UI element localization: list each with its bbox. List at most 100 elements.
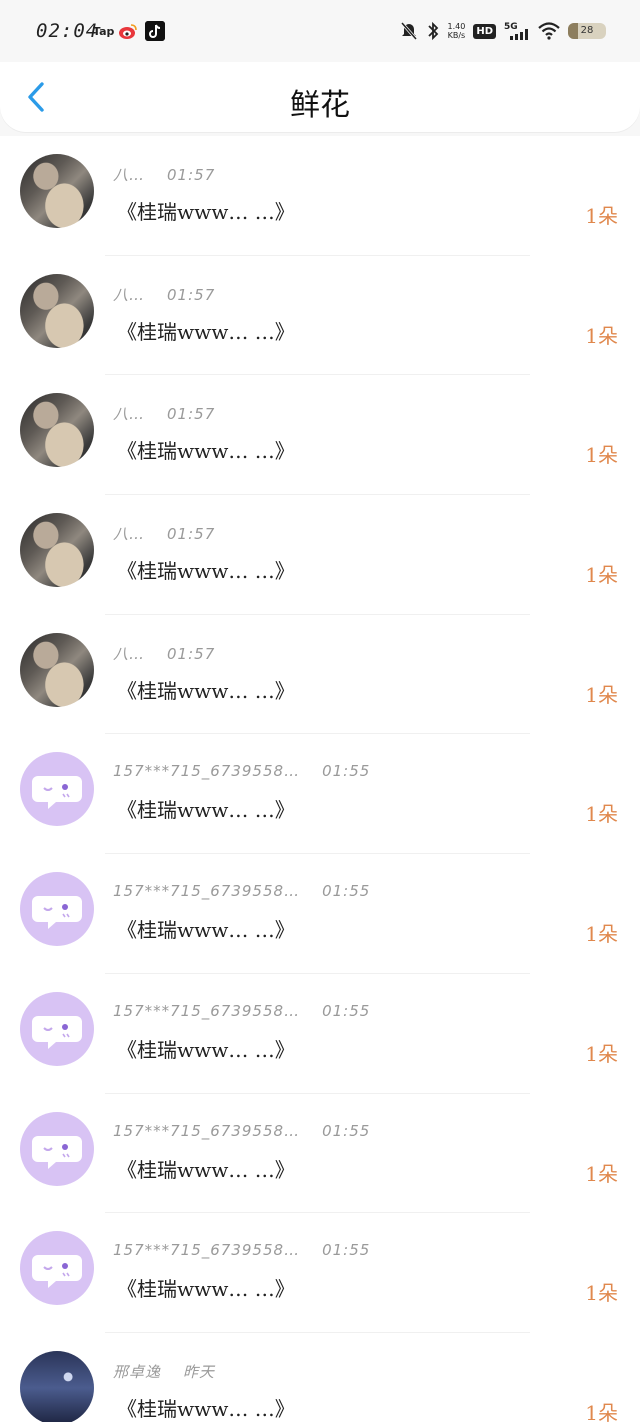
avatar[interactable] [20,1350,94,1422]
gift-book-title[interactable]: 《桂瑞www… …》 [117,435,295,464]
sender-meta: 157***715_6739558… 01:55 [113,1122,370,1140]
flower-count: 1朵 [585,443,618,468]
gift-book-title[interactable]: 《桂瑞www… …》 [117,1034,295,1063]
sender-meta: 邢卓逸 昨天 [113,1361,215,1382]
flower-count: 1朵 [585,1281,618,1306]
weibo-icon [119,24,137,39]
gift-book-title[interactable]: 《桂瑞www… …》 [117,316,295,345]
flower-count: 1朵 [585,204,618,228]
list-item[interactable]: 157***715_6739558… 01:55 《桂瑞www… …》 1朵 [0,854,640,974]
sender-meta: 157***715_6739558… 01:55 [113,1002,370,1020]
list-item[interactable]: 八… 01:57 《桂瑞www… …》 1朵 [0,495,640,615]
status-bar: 02:04 Tap 1.40 KB/s HD 5G 28 [0,0,640,62]
gift-book-title[interactable]: 《桂瑞www… …》 [117,794,295,823]
gift-book-title[interactable]: 《桂瑞www… …》 [117,555,295,584]
sender-meta: 八… 01:57 [113,164,215,185]
sender-name: 八… [113,644,146,663]
wifi-icon [538,22,560,40]
flower-count: 1朵 [585,1161,618,1186]
list-item[interactable]: 157***715_6739558… 01:55 《桂瑞www… …》 1朵 [0,974,640,1094]
mute-bell-icon [400,22,417,40]
svg-text:5G: 5G [504,22,518,32]
send-time: 01:55 [322,762,371,781]
send-time: 01:55 [322,1001,371,1020]
net-speed-value: 1.40 [447,22,466,31]
status-time: 02:04 [36,20,99,42]
sender-name: 157***715_6739558… [113,1241,301,1260]
flower-count: 1朵 [585,1400,618,1422]
tiktok-icon [145,21,165,41]
send-time: 昨天 [183,1362,216,1381]
send-time: 01:55 [322,882,371,901]
list-item[interactable]: 八… 01:57 《桂瑞www… …》 1朵 [0,136,640,256]
flower-count: 1朵 [585,563,618,588]
list-item[interactable]: 157***715_6739558… 01:55 《桂瑞www… …》 1朵 [0,734,640,855]
net-speed: 1.40 KB/s [448,22,466,40]
gift-book-title[interactable]: 《桂瑞www… …》 [117,196,295,225]
gift-book-title[interactable]: 《桂瑞www… …》 [117,1273,295,1302]
list-item[interactable]: 157***715_6739558… 01:55 《桂瑞www… …》 1朵 [0,1094,640,1214]
list-item[interactable]: 八… 01:57 《桂瑞www… …》 1朵 [0,256,640,376]
sender-name: 157***715_6739558… [113,882,301,901]
sender-name: 157***715_6739558… [113,1001,301,1020]
send-time: 01:57 [167,525,216,544]
battery-icon: 28 [568,23,606,39]
chat-bubble-icon [32,776,82,810]
avatar[interactable] [20,393,94,468]
hd-badge: HD [473,23,496,39]
flower-count: 1朵 [585,323,618,348]
status-right-icons: 1.40 KB/s HD 5G 28 [400,18,606,44]
sender-meta: 157***715_6739558… 01:55 [113,882,370,900]
list-item[interactable]: 八… 01:57 《桂瑞www… …》 1朵 [0,615,640,735]
avatar[interactable] [20,752,94,827]
sender-name: 八… [113,525,146,544]
avatar[interactable] [20,872,94,947]
chat-bubble-icon [32,1135,82,1169]
avatar[interactable] [20,154,94,228]
chat-bubble-icon [32,1015,82,1049]
sender-name: 157***715_6739558… [113,1121,301,1140]
sender-meta: 八… 01:57 [113,403,215,424]
gift-book-title[interactable]: 《桂瑞www… …》 [117,675,295,704]
net-speed-unit: KB/s [447,31,466,40]
sender-name: 八… [113,405,146,424]
flower-count: 1朵 [585,682,618,707]
avatar[interactable] [20,273,94,348]
sender-meta: 157***715_6739558… 01:55 [113,1241,370,1259]
sender-name: 邢卓逸 [113,1362,162,1381]
send-time: 01:57 [167,285,216,304]
avatar[interactable] [20,513,94,588]
sender-meta: 八… 01:57 [113,643,215,664]
list-item[interactable]: 157***715_6739558… 01:55 《桂瑞www… …》 1朵 [0,1213,640,1333]
send-time: 01:57 [167,405,216,424]
battery-level: 28 [580,25,594,36]
flower-gift-list[interactable]: 八… 01:57 《桂瑞www… …》 1朵 八… 01:57 《桂瑞www… …》 1朵 八…… [0,136,640,1422]
avatar[interactable] [20,1231,94,1306]
sender-meta: 八… 01:57 [113,284,215,305]
tap-app-icon: Tap [93,25,115,38]
sender-meta: 157***715_6739558… 01:55 [113,762,370,780]
avatar[interactable] [20,991,94,1066]
gift-book-title[interactable]: 《桂瑞www… …》 [117,914,295,943]
send-time: 01:57 [167,166,216,184]
sender-name: 八… [113,285,146,304]
gift-book-title[interactable]: 《桂瑞www… …》 [117,1154,295,1183]
send-time: 01:57 [167,644,216,663]
list-item[interactable]: 八… 01:57 《桂瑞www… …》 1朵 [0,375,640,496]
header-bar: 鲜花 [0,62,640,132]
flower-count: 1朵 [585,922,618,947]
page-title: 鲜花 [290,88,350,123]
gift-book-title[interactable]: 《桂瑞www… …》 [117,1393,295,1422]
sender-name: 157***715_6739558… [113,762,301,781]
send-time: 01:55 [322,1121,371,1140]
avatar[interactable] [20,632,94,707]
flower-count: 1朵 [585,802,618,827]
list-item[interactable]: 邢卓逸 昨天《桂瑞www… …》 1朵 [0,1333,640,1422]
sender-meta: 八… 01:57 [113,523,215,544]
sender-name: 八… [113,166,146,184]
chat-bubble-icon [32,1255,82,1289]
avatar[interactable] [20,1111,94,1186]
send-time: 01:55 [322,1241,371,1260]
bluetooth-icon [427,21,438,41]
chat-bubble-icon [32,896,82,930]
